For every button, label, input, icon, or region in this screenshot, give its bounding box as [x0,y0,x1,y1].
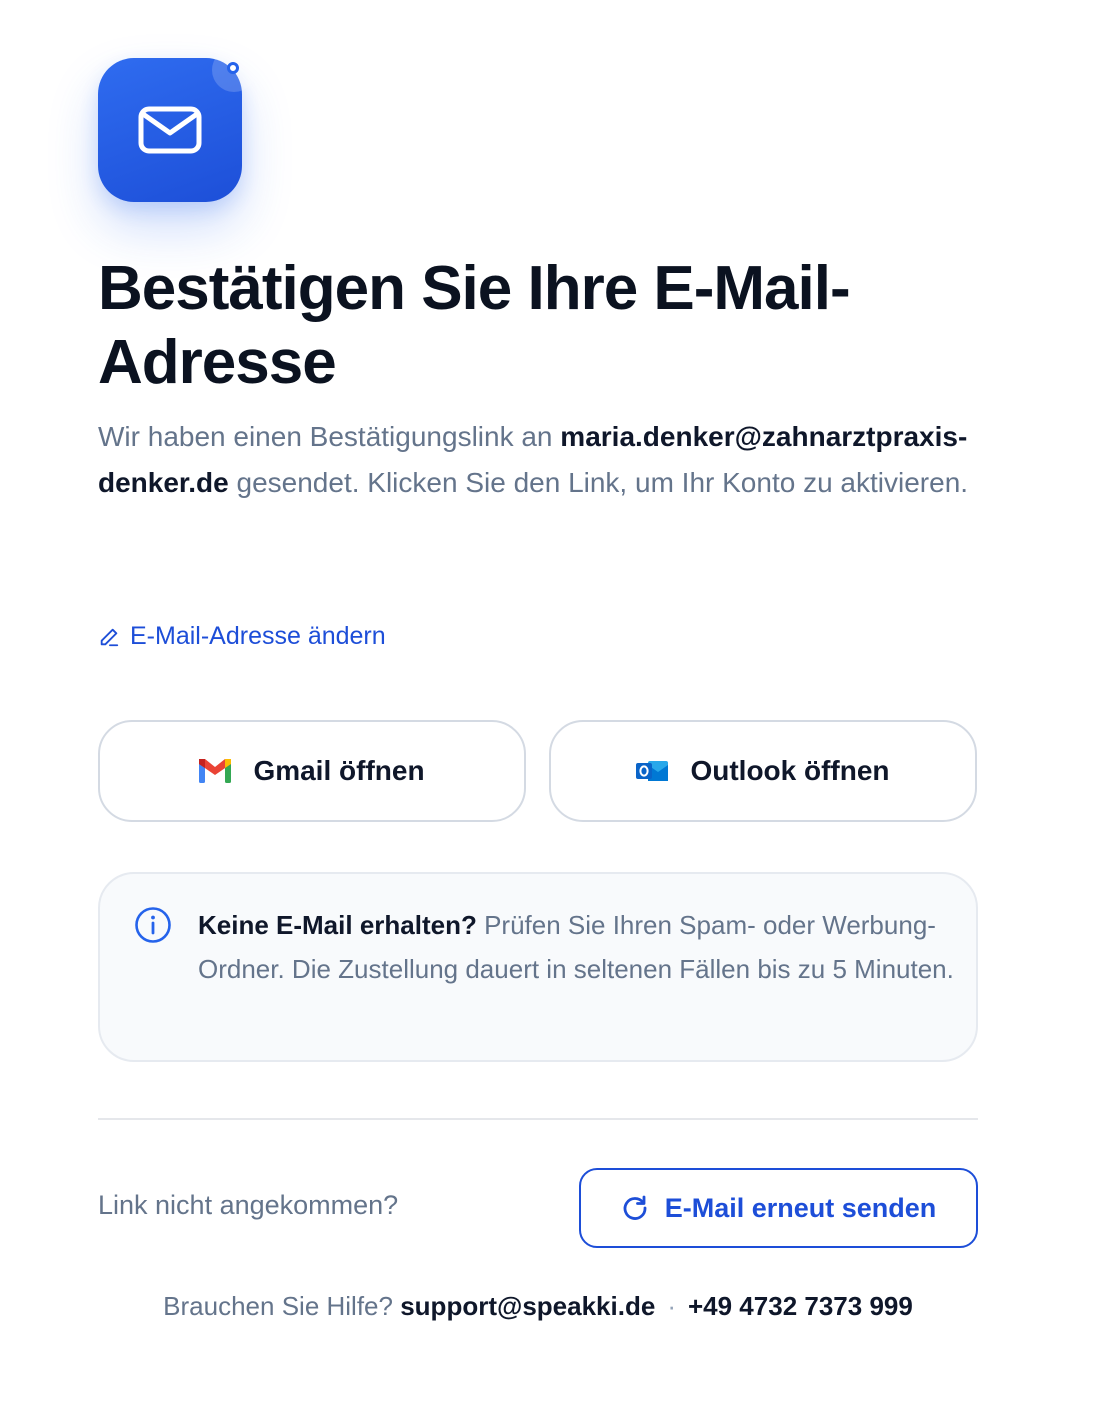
pencil-icon [100,628,119,646]
description: Wir haben einen Bestätigungslink an mari… [98,414,988,506]
page-title: Bestätigen Sie Ihre E-Mail-Adresse [98,254,851,397]
info-icon [135,907,171,943]
help-separator: · [667,1291,676,1321]
open-gmail-label: Gmail öffnen [253,755,425,786]
help-footer: Brauchen Sie Hilfe? support@speakki.de · +… [0,1291,1076,1322]
mail-icon [138,106,202,154]
notification-dot [212,48,256,92]
open-outlook-label: Outlook öffnen [690,755,890,786]
divider [98,1118,978,1120]
description-after: gesendet. Klicken Sie den Link, um Ihr K… [228,467,969,498]
outlook-icon [636,761,669,781]
verify-email-page: Bestätigen Sie Ihre E-Mail-Adresse Wir h… [0,0,1106,1404]
description-before: Wir haben einen Bestätigungslink an [98,421,561,452]
mail-badge [98,48,256,202]
refresh-icon [623,1195,647,1220]
resend-button-label: E-Mail erneut senden [664,1192,937,1223]
change-email-label: E-Mail-Adresse ändern [130,622,386,650]
open-outlook-button[interactable]: Outlook öffnen [549,720,977,822]
support-phone-link[interactable]: +49 4732 7373 999 [688,1291,913,1321]
open-gmail-button[interactable]: Gmail öffnen [98,720,526,822]
change-email-link[interactable]: E-Mail-Adresse ändern [98,622,386,651]
gmail-icon [199,759,232,783]
resend-email-button[interactable]: E-Mail erneut senden [579,1168,978,1248]
info-box: Keine E-Mail erhalten? Prüfen Sie Ihren … [98,872,978,1062]
help-prefix: Brauchen Sie Hilfe? [163,1291,393,1321]
info-text: Keine E-Mail erhalten? Prüfen Sie Ihren … [198,903,958,991]
resend-question: Link nicht angekommen? [98,1190,399,1220]
support-email-link[interactable]: support@speakki.de [400,1291,655,1321]
info-heading: Keine E-Mail erhalten? [198,910,477,940]
